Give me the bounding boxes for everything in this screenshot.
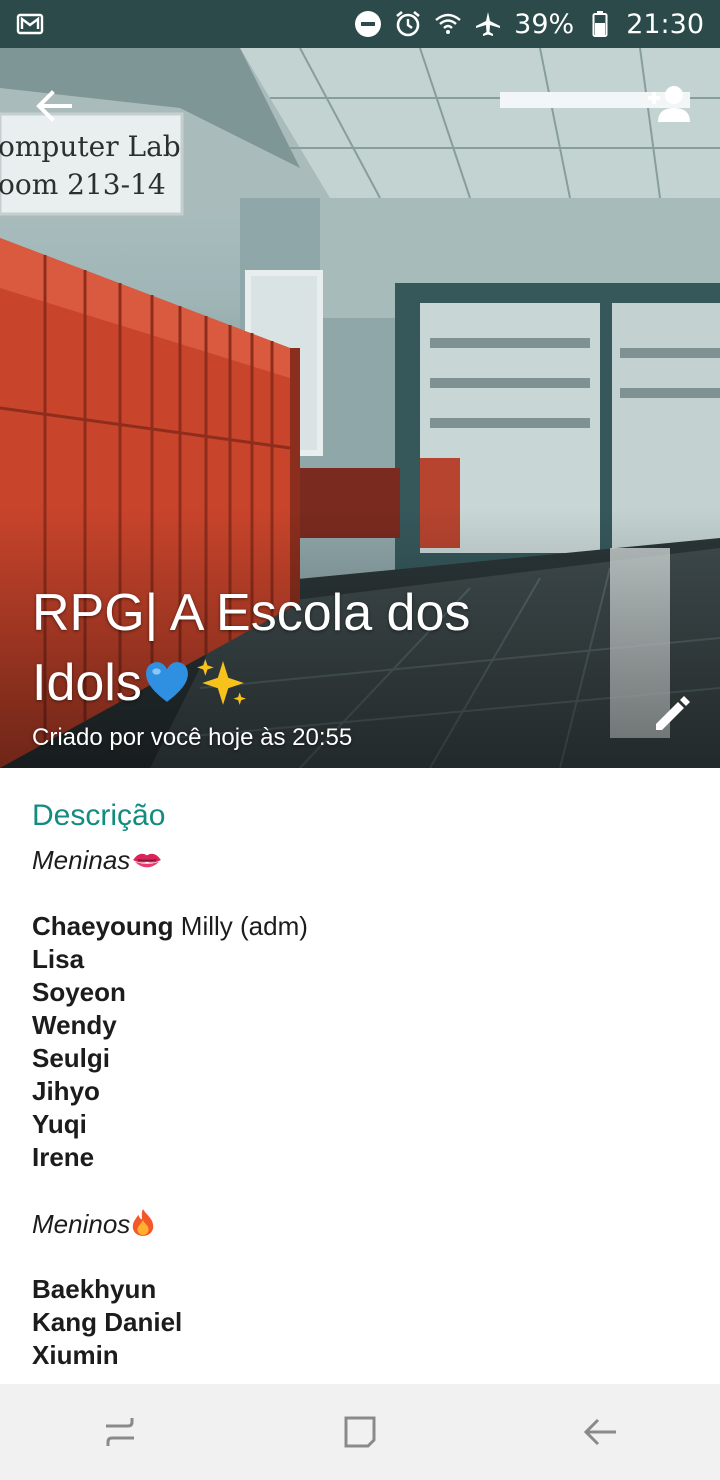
group-title: RPG| A Escola dos Idols	[32, 578, 592, 718]
girls-label-line: Meninas	[32, 844, 688, 877]
list-item: Wendy	[32, 1010, 117, 1040]
description-heading: Descrição	[32, 799, 166, 832]
group-title-line2-wrap: Idols	[32, 648, 592, 718]
list-item: Baekhyun	[32, 1274, 157, 1304]
wifi-icon	[435, 13, 461, 34]
list-item: Yuqi	[32, 1109, 87, 1139]
description-body: Meninas Chaeyoung Milly (adm) Lisa Soyeo…	[32, 844, 688, 1372]
list-item: Seulgi	[32, 1043, 111, 1073]
group-title-line2: Idols	[32, 654, 142, 712]
fire-emoji	[133, 1209, 154, 1236]
airplane-icon	[476, 12, 501, 36]
system-back-button[interactable]	[570, 1402, 630, 1462]
blue-heart-emoji	[145, 662, 188, 702]
list-item: Chaeyoung Milly (adm)	[32, 911, 308, 941]
home-icon	[344, 1416, 376, 1448]
back-arrow-icon[interactable]	[30, 82, 78, 130]
girls-label: Meninas	[32, 845, 131, 875]
list-item: Lisa	[32, 944, 85, 974]
kiss-mark-emoji	[133, 853, 162, 868]
description-section: Descrição Meninas Chaeyoung Milly (adm) …	[0, 768, 720, 1384]
list-item: Soyeon	[32, 977, 126, 1007]
boys-label: Meninos	[32, 1209, 131, 1239]
list-item: Xiumin	[32, 1340, 119, 1370]
list-item: Kang Daniel	[32, 1307, 183, 1337]
add-participant-icon[interactable]	[644, 82, 694, 126]
navigation-bar	[0, 1384, 720, 1480]
status-bar: 39% 21:30	[0, 0, 720, 48]
created-by-text: Criado por você hoje às 20:55	[32, 724, 353, 751]
battery-percent: 39%	[514, 8, 575, 40]
sparkles-emoji	[196, 659, 246, 705]
sign-line1: omputer Lab	[0, 130, 181, 163]
recent-apps-button[interactable]	[90, 1402, 150, 1462]
clock: 21:30	[626, 8, 704, 40]
list-item: Jihyo	[32, 1076, 100, 1106]
list-item: Irene	[32, 1142, 95, 1172]
home-button[interactable]	[330, 1402, 390, 1462]
battery-icon	[592, 11, 608, 37]
alarm-icon	[396, 10, 420, 37]
pencil-icon[interactable]	[650, 692, 694, 736]
boys-label-line: Meninos	[32, 1207, 688, 1240]
do-not-disturb-icon	[355, 11, 382, 37]
sign-line2: oom 213-14	[0, 168, 166, 201]
group-title-line1: RPG| A Escola dos	[32, 584, 471, 642]
group-header-image[interactable]: omputer Lab oom 213-14 RPG| A Escola dos…	[0, 48, 720, 768]
system-back-icon	[583, 1418, 616, 1446]
gmail-icon	[16, 13, 44, 35]
recent-apps-icon	[106, 1418, 134, 1446]
